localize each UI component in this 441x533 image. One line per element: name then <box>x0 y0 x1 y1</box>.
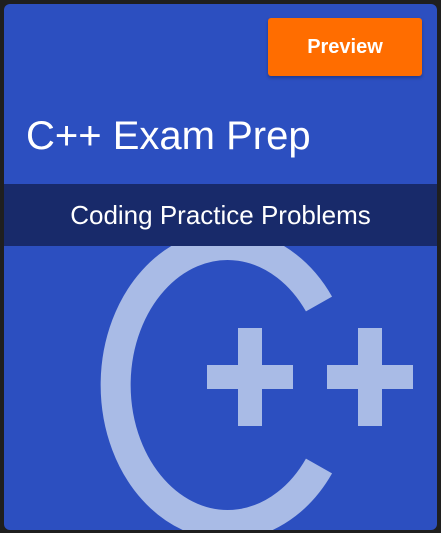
course-title: C++ Exam Prep <box>26 114 311 158</box>
course-subtitle: Coding Practice Problems <box>70 199 371 230</box>
cpp-logo-icon <box>100 246 413 530</box>
course-card[interactable]: Preview C++ Exam Prep Coding Practice Pr… <box>4 4 437 530</box>
preview-button[interactable]: Preview <box>268 18 422 76</box>
subtitle-band: Coding Practice Problems <box>4 184 437 246</box>
